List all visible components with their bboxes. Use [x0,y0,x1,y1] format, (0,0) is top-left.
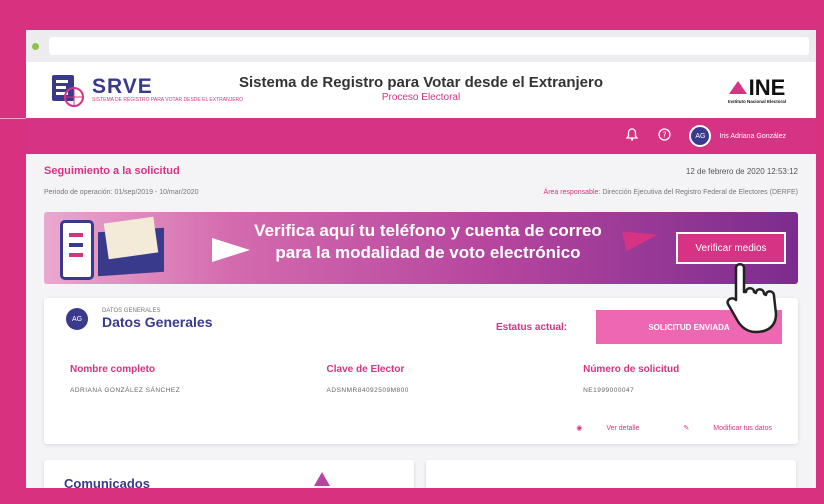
user-name[interactable]: Iris Adriana González [719,133,786,140]
section-title: Seguimiento a la solicitud [44,165,180,177]
field-elector-key: Clave de Elector ADSNMR84092509M800 [327,364,584,394]
browser-chrome [26,30,816,62]
area-value: Dirección Ejecutiva del Registro Federal… [602,188,798,196]
srve-emblem-icon [50,73,88,107]
verify-media-button[interactable]: Verificar medios [676,232,786,264]
field-full-name: Nombre completo ADRIANA GONZÁLEZ SÁNCHEZ [70,364,327,394]
brand-subtitle: SISTEMA DE REGISTRO PARA VOTAR DESDE EL … [92,97,244,103]
help-icon[interactable]: ? [658,128,672,144]
edit-data-link[interactable]: ✎ Modificar tus datos [661,424,772,432]
field-label: Número de solicitud [583,364,680,375]
brand-title: SRVE [92,75,153,98]
announcements-title: Comunicados [64,476,150,488]
bell-icon[interactable] [626,128,639,144]
srve-logo[interactable]: SRVE SISTEMA DE REGISTRO PARA VOTAR DESD… [50,73,243,107]
ine-triangle-icon [728,81,747,94]
operation-period: Periodo de operación: 01/sep/2019 - 10/m… [44,188,199,196]
window-dot-icon[interactable] [32,42,39,50]
area-label: Área responsable: [543,188,601,196]
browser-window: SRVE SISTEMA DE REGISTRO PARA VOTAR DESD… [26,30,816,488]
main-content: Seguimiento a la solicitud 12 de febrero… [26,154,816,444]
letter-illustration-icon [103,216,159,260]
triangle-decor-icon [314,472,330,486]
site-header: SRVE SISTEMA DE REGISTRO PARA VOTAR DESD… [26,62,816,118]
field-label: Nombre completo [70,364,156,375]
svg-text:?: ? [663,131,667,140]
verification-banner[interactable]: Verifica aquí tu teléfono y cuenta de co… [44,212,798,284]
field-request-number: Número de solicitud NE1999000047 [583,364,776,394]
card-avatar: AG [66,308,88,330]
card-title: Datos Generales [102,314,213,330]
ine-logo[interactable]: INE Instituto Nacional Electoral [727,74,786,104]
field-value: NE1999000047 [583,387,635,394]
view-detail-label: Ver detalle [606,425,640,432]
address-bar[interactable] [49,37,809,55]
ine-subtitle: Instituto Nacional Electoral [727,98,786,104]
eye-icon: ◉ [576,425,583,432]
user-avatar[interactable]: AG [689,125,712,147]
top-navbar: ? AG Iris Adriana González [26,118,816,154]
phone-illustration-icon [60,220,94,280]
general-data-card: AG DATOS GENERALES Datos Generales Estat… [44,298,798,444]
field-value: ADRIANA GONZÁLEZ SÁNCHEZ [70,387,181,394]
pencil-icon: ✎ [683,425,690,432]
field-label: Clave de Elector [326,364,405,375]
secondary-card[interactable] [426,460,796,488]
bottom-cards: Comunicados [44,460,798,488]
ine-logo-text: INE [748,74,786,100]
timestamp: 12 de febrero de 2020 12:53:12 [685,166,798,176]
banner-line-2: para la modalidad de voto electrónico [275,243,581,262]
announcements-card[interactable]: Comunicados [44,460,414,488]
pointing-hand-icon [726,262,788,336]
banner-line-1: Verifica aquí tu teléfono y cuenta de co… [254,221,602,240]
view-detail-link[interactable]: ◉ Ver detalle [554,424,639,432]
status-label: Estatus actual: [496,322,568,333]
field-value: ADSNMR84092509M800 [326,387,409,394]
edit-data-label: Modificar tus datos [713,425,772,432]
